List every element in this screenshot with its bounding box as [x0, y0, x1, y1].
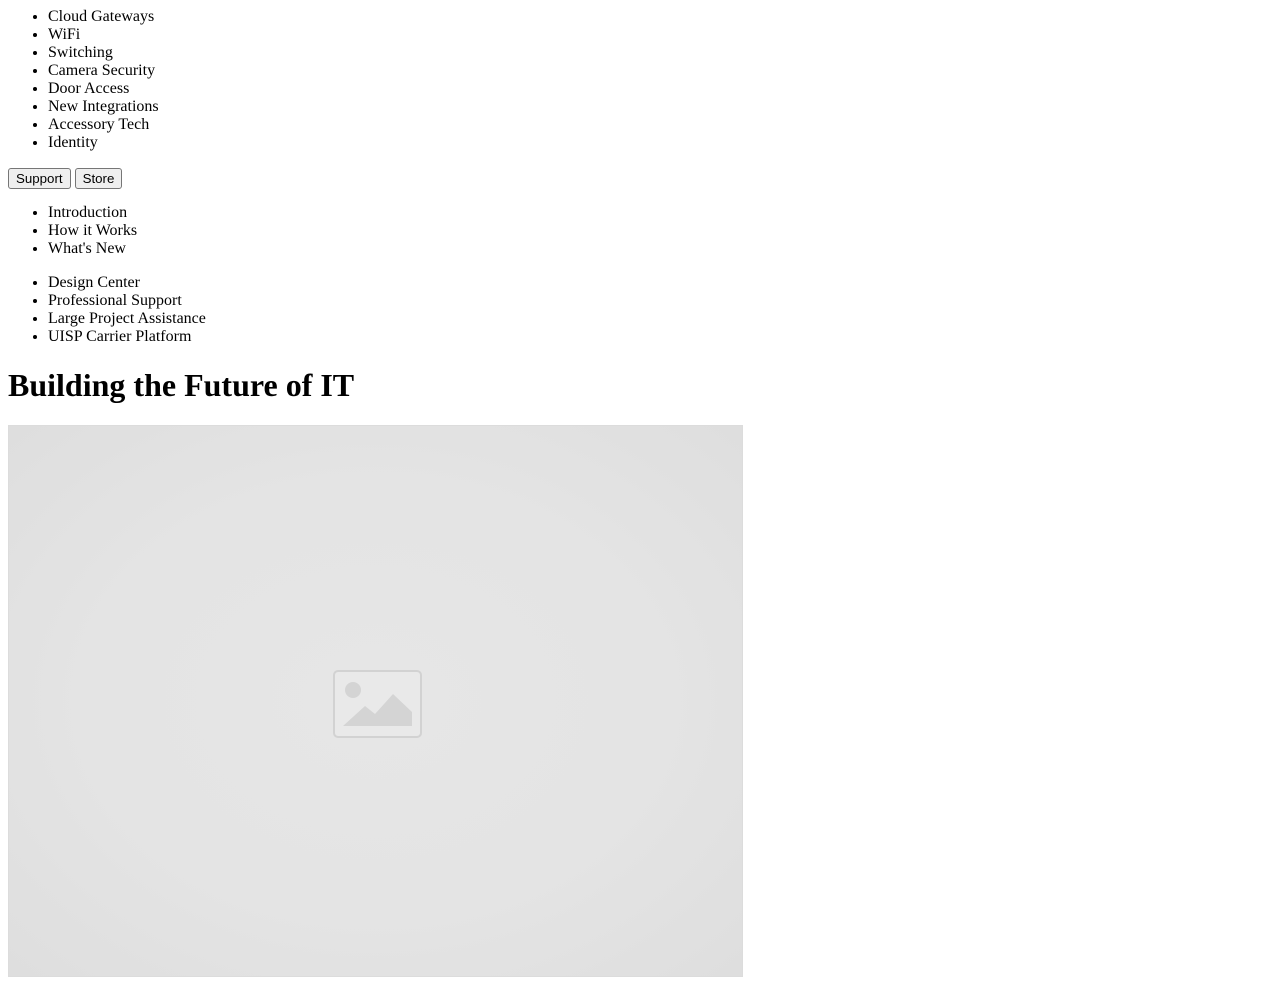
services-nav-item-uisp-carrier-platform[interactable]: UISP Carrier Platform: [48, 328, 1272, 346]
product-nav-item-accessory-tech[interactable]: Accessory Tech: [48, 116, 1272, 134]
product-nav-item-wifi[interactable]: WiFi: [48, 26, 1272, 44]
services-nav-item-design-center[interactable]: Design Center: [48, 274, 1272, 292]
header-button-row: Support Store: [8, 168, 1272, 190]
support-button[interactable]: Support: [8, 168, 71, 189]
product-nav-item-camera-security[interactable]: Camera Security: [48, 62, 1272, 80]
product-nav-item-new-integrations[interactable]: New Integrations: [48, 98, 1272, 116]
image-placeholder-icon: [333, 670, 422, 738]
services-nav: Design Center Professional Support Large…: [8, 274, 1272, 346]
product-nav-item-cloud-gateways[interactable]: Cloud Gateways: [48, 8, 1272, 26]
intro-nav-item-introduction[interactable]: Introduction: [48, 204, 1272, 222]
product-nav: Cloud Gateways WiFi Switching Camera Sec…: [8, 8, 1272, 152]
services-nav-item-professional-support[interactable]: Professional Support: [48, 292, 1272, 310]
intro-nav-item-whats-new[interactable]: What's New: [48, 240, 1272, 258]
store-button[interactable]: Store: [74, 168, 123, 189]
page-title: Building the Future of IT: [8, 367, 355, 403]
services-nav-item-large-project-assistance[interactable]: Large Project Assistance: [48, 310, 1272, 328]
product-nav-item-door-access[interactable]: Door Access: [48, 80, 1272, 98]
product-nav-item-identity[interactable]: Identity: [48, 134, 1272, 152]
intro-nav-item-how-it-works[interactable]: How it Works: [48, 222, 1272, 240]
product-nav-item-switching[interactable]: Switching: [48, 44, 1272, 62]
hero-media: [8, 425, 743, 977]
intro-nav: Introduction How it Works What's New: [8, 204, 1272, 258]
